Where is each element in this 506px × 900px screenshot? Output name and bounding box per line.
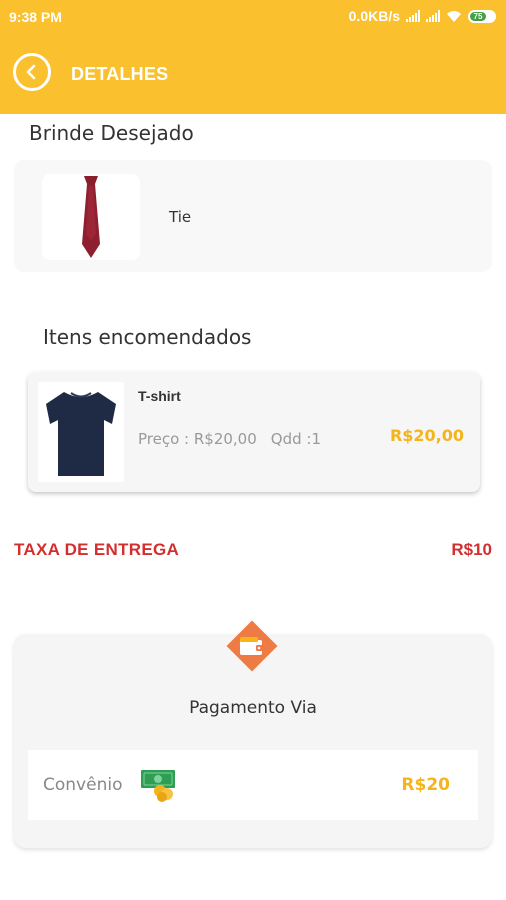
necktie-image	[82, 176, 100, 258]
order-item-price: Preço : R$20,00	[138, 430, 257, 448]
order-item-name: T-shirt	[138, 388, 181, 404]
tshirt-image	[46, 392, 116, 476]
wallet-badge	[222, 616, 282, 676]
battery-icon: 75	[468, 9, 496, 23]
gift-image	[42, 174, 140, 260]
cash-coins-icon	[141, 770, 175, 802]
gift-card[interactable]: Tie	[14, 160, 492, 272]
delivery-fee-label: TAXA DE ENTREGA	[14, 540, 180, 559]
order-item-qty: Qdd :1	[270, 430, 321, 448]
delivery-fee-value: R$10	[451, 540, 492, 559]
wallet-icon	[226, 620, 278, 672]
signal-icon	[406, 10, 420, 22]
order-item-card[interactable]: T-shirt Preço : R$20,00 Qdd :1 R$20,00	[28, 372, 480, 492]
app-bar: DETALHES	[0, 34, 506, 114]
order-item-total: R$20,00	[389, 426, 464, 445]
chevron-left-icon	[26, 64, 36, 80]
gift-section-title: Brinde Desejado	[29, 121, 194, 145]
network-speed: 0.0KB/s	[348, 8, 400, 24]
back-button[interactable]	[13, 53, 51, 91]
page-title: DETALHES	[71, 64, 169, 84]
payment-method-row[interactable]: Convênio R$20	[28, 750, 478, 820]
order-item-image	[38, 382, 124, 482]
wifi-icon	[447, 10, 461, 22]
payment-amount: R$20	[401, 775, 450, 795]
status-time: 9:38 PM	[9, 9, 62, 25]
battery-level: 75	[470, 11, 486, 21]
signal-icon	[426, 10, 440, 22]
order-section-title: Itens encomendados	[43, 325, 252, 349]
payment-method-label: Convênio	[43, 775, 123, 795]
status-bar: 9:38 PM 0.0KB/s 75	[0, 0, 506, 34]
order-item-meta: Preço : R$20,00 Qdd :1	[138, 430, 321, 448]
gift-name: Tie	[169, 208, 192, 226]
payment-title: Pagamento Via	[189, 698, 317, 718]
status-icons: 0.0KB/s 75	[349, 8, 496, 24]
